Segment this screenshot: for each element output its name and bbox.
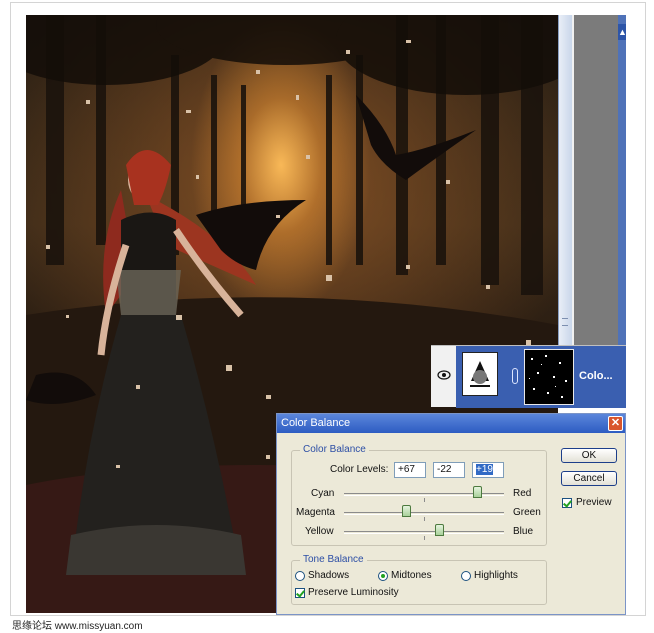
cancel-button[interactable]: Cancel (561, 471, 617, 486)
adjustment-layer-icon[interactable] (462, 352, 498, 396)
magenta-green-center-tick (424, 517, 425, 521)
watermark: 思缘论坛 www.missyuan.com (12, 621, 143, 632)
color-balance-group-label: Color Balance (300, 444, 369, 455)
preview-label: Preview (576, 497, 612, 508)
preview-checkbox[interactable] (562, 498, 572, 508)
preserve-luminosity-label: Preserve Luminosity (308, 587, 399, 598)
color-balance-dialog: Color Balance ✕ Color Balance Color Leve… (276, 413, 626, 615)
visibility-eye-icon[interactable] (437, 370, 451, 380)
highlights-radio[interactable] (461, 571, 471, 581)
dialog-titlebar[interactable]: Color Balance ✕ (277, 414, 625, 433)
dialog-title: Color Balance (281, 417, 351, 429)
document-scrollbar[interactable] (558, 15, 572, 345)
cyan-red-field[interactable]: +67 (394, 462, 426, 478)
cyan-red-center-tick (424, 498, 425, 502)
slider-right-label-red: Red (513, 488, 532, 499)
color-balance-group: Color Balance Color Levels: +67 -22 +19 … (291, 444, 547, 546)
panel-edge (618, 15, 626, 345)
slider-left-label-cyan: Cyan (311, 488, 335, 499)
yellow-blue-field[interactable]: +19 (472, 462, 504, 478)
yellow-blue-slider-thumb[interactable] (434, 524, 444, 536)
tree-canopy (26, 15, 558, 95)
tone-balance-group-label: Tone Balance (300, 554, 367, 565)
magenta-green-slider-track[interactable] (344, 512, 504, 515)
shadows-radio[interactable] (295, 571, 305, 581)
preserve-luminosity-checkbox[interactable] (295, 588, 305, 598)
midtones-label: Midtones (391, 570, 432, 581)
magenta-green-slider-thumb[interactable] (401, 505, 411, 517)
layer-mask-thumbnail[interactable] (524, 349, 574, 405)
slider-left-label-yellow: Yellow (305, 526, 334, 537)
magenta-green-field[interactable]: -22 (433, 462, 465, 478)
slider-right-label-green: Green (513, 507, 541, 518)
highlights-label: Highlights (474, 570, 518, 581)
slider-right-label-blue: Blue (513, 526, 534, 537)
scrollbar-grip-icon[interactable] (562, 318, 568, 326)
yellow-blue-center-tick (424, 536, 425, 540)
shadows-label: Shadows (308, 570, 350, 581)
screenshot-root: ▲ Colo... Color Balance ✕ Color Balance … (0, 0, 654, 633)
ok-button[interactable]: OK (561, 448, 617, 463)
yellow-blue-value: +19 (476, 464, 493, 475)
layer-name: Colo... (579, 370, 613, 382)
tone-balance-group: Tone Balance Shadows Midtones Highlights… (291, 554, 547, 605)
color-levels-label: Color Levels: (330, 464, 389, 475)
cyan-red-slider-thumb[interactable] (473, 486, 483, 498)
slider-left-label-magenta: Magenta (296, 507, 335, 518)
yellow-blue-slider-track[interactable] (344, 531, 504, 534)
workspace-background (574, 15, 618, 345)
mask-link-icon[interactable] (512, 368, 518, 384)
panel-collapse-icon[interactable]: ▲ (618, 24, 627, 40)
layer-row-color-balance[interactable]: Colo... (431, 345, 626, 408)
close-button[interactable]: ✕ (608, 416, 623, 431)
midtones-radio[interactable] (378, 571, 388, 581)
